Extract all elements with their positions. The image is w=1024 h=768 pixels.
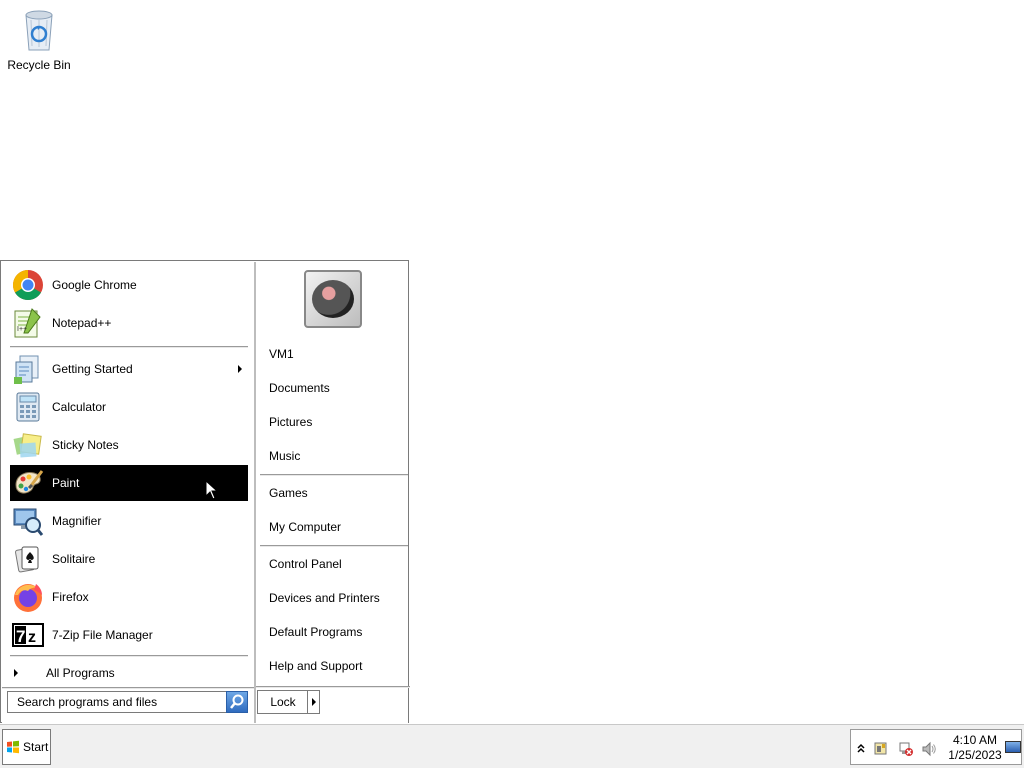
- separator: [2, 687, 254, 689]
- lock-button[interactable]: Lock: [257, 690, 309, 714]
- notification-area: 4:10 AM 1/25/2023: [850, 729, 1022, 765]
- link-pictures[interactable]: Pictures: [269, 415, 312, 429]
- lock-label: Lock: [270, 695, 296, 709]
- program-item-label: Calculator: [52, 400, 107, 414]
- show-hidden-icons-chevron-icon[interactable]: [854, 741, 868, 755]
- program-item-notepad-plus-plus[interactable]: I++ Notepad++: [10, 305, 248, 341]
- separator: [260, 545, 408, 547]
- clock-time: 4:10 AM: [952, 733, 998, 747]
- link-my-computer[interactable]: My Computer: [269, 520, 341, 534]
- program-item-google-chrome[interactable]: Google Chrome: [10, 267, 248, 303]
- user-picture[interactable]: [304, 270, 362, 328]
- start-button[interactable]: Start: [2, 729, 51, 765]
- separator: [10, 655, 248, 657]
- program-item-label: 7-Zip File Manager: [52, 628, 153, 642]
- search-input[interactable]: Search programs and files: [7, 691, 227, 713]
- recycle-bin-icon: [19, 6, 59, 54]
- chevron-right-icon: [14, 669, 18, 677]
- all-programs-label: All Programs: [46, 666, 115, 680]
- program-item-7zip[interactable]: 7 z 7-Zip File Manager: [10, 617, 248, 653]
- svg-text:I++: I++: [17, 326, 27, 333]
- link-devices-and-printers[interactable]: Devices and Printers: [269, 591, 380, 605]
- program-item-calculator[interactable]: Calculator: [10, 389, 248, 425]
- program-item-label: Getting Started: [52, 362, 133, 376]
- submenu-arrow-icon: [238, 365, 242, 373]
- program-item-label: Paint: [52, 476, 80, 490]
- action-center-flag-icon[interactable]: [873, 741, 887, 755]
- start-label: Start: [23, 740, 49, 754]
- program-item-label: Google Chrome: [52, 278, 137, 292]
- clock-date: 1/25/2023: [948, 748, 1002, 762]
- system-clock[interactable]: 4:10 AM 1/25/2023: [943, 733, 1007, 763]
- link-help-and-support[interactable]: Help and Support: [269, 659, 362, 673]
- program-item-sticky-notes[interactable]: Sticky Notes: [10, 427, 248, 463]
- link-vm1[interactable]: VM1: [269, 347, 294, 361]
- seven-zip-icon: 7 z: [12, 619, 44, 651]
- separator: [260, 474, 408, 476]
- program-item-label: Magnifier: [52, 514, 102, 528]
- link-control-panel[interactable]: Control Panel: [269, 557, 342, 571]
- separator: [256, 686, 410, 688]
- taskbar: Start 4:10 AM 1/25/2023: [0, 724, 1024, 768]
- firefox-icon: [12, 581, 44, 613]
- notepad-plus-plus-icon: I++: [12, 307, 44, 339]
- start-menu-places-pane: VM1 Documents Pictures Music Games My Co…: [254, 262, 410, 723]
- program-item-label: Notepad++: [52, 316, 112, 330]
- program-item-label: Solitaire: [52, 552, 96, 566]
- link-documents[interactable]: Documents: [269, 381, 330, 395]
- mouse-pointer-icon: [205, 480, 219, 500]
- program-item-getting-started[interactable]: Getting Started: [10, 351, 248, 387]
- volume-icon[interactable]: [921, 741, 936, 757]
- search-placeholder: Search programs and files: [17, 695, 158, 709]
- getting-started-icon: [12, 353, 44, 385]
- program-item-label: Sticky Notes: [52, 438, 119, 452]
- separator: [10, 346, 248, 348]
- svg-text:7: 7: [16, 627, 25, 646]
- power-options-arrow-button[interactable]: [307, 690, 320, 714]
- svg-text:z: z: [28, 629, 36, 646]
- paint-icon: [12, 467, 44, 499]
- program-item-firefox[interactable]: Firefox: [10, 579, 248, 615]
- desktop-icon-label: Recycle Bin: [7, 58, 71, 72]
- network-disconnected-icon[interactable]: [898, 741, 913, 756]
- windows-logo-icon: [6, 740, 20, 754]
- all-programs-button[interactable]: All Programs: [10, 662, 248, 684]
- program-item-solitaire[interactable]: Solitaire: [10, 541, 248, 577]
- link-music[interactable]: Music: [269, 449, 300, 463]
- calculator-icon: [12, 391, 44, 423]
- solitaire-icon: [12, 543, 44, 575]
- search-button[interactable]: [226, 691, 248, 713]
- search-icon: [230, 694, 244, 709]
- magnifier-icon: [12, 505, 44, 537]
- link-default-programs[interactable]: Default Programs: [269, 625, 362, 639]
- desktop-icon-recycle-bin[interactable]: Recycle Bin: [2, 6, 76, 72]
- program-item-label: Firefox: [52, 590, 89, 604]
- sticky-notes-icon: [12, 429, 44, 461]
- chrome-icon: [12, 269, 44, 301]
- link-games[interactable]: Games: [269, 486, 308, 500]
- user-avatar-image: [312, 280, 354, 318]
- show-desktop-button[interactable]: [1005, 741, 1021, 753]
- program-item-magnifier[interactable]: Magnifier: [10, 503, 248, 539]
